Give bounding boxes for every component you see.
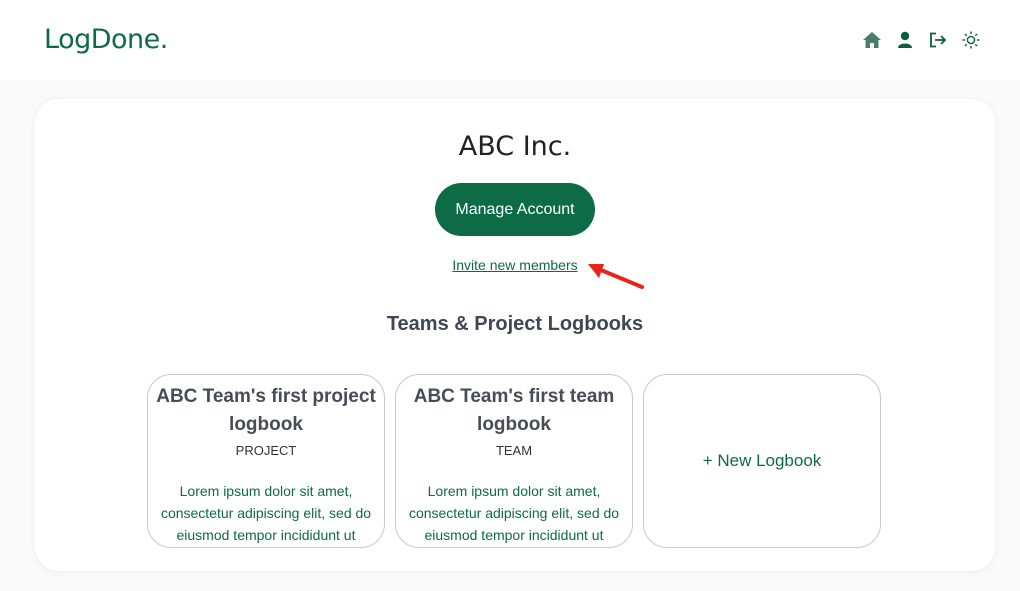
sun-icon[interactable] xyxy=(961,30,981,50)
organization-name: ABC Inc. xyxy=(458,131,572,162)
top-bar: LogDone. xyxy=(0,0,1020,80)
home-icon[interactable] xyxy=(862,30,882,50)
manage-account-button[interactable]: Manage Account xyxy=(435,183,595,236)
new-logbook-button[interactable]: + New Logbook xyxy=(643,374,881,548)
logbook-description: Lorem ipsum dolor sit amet, consectetur … xyxy=(160,483,372,543)
logbook-type: PROJECT xyxy=(235,443,297,458)
invite-link-container: Invite new members xyxy=(35,257,995,273)
logo[interactable]: LogDone. xyxy=(44,24,168,55)
logout-icon[interactable] xyxy=(928,30,948,50)
new-logbook-label: + New Logbook xyxy=(702,451,822,470)
logbook-title: ABC Team's first project logbook xyxy=(156,386,376,435)
logbook-card[interactable]: ABC Team's first team logbook TEAM Lorem… xyxy=(395,374,633,548)
logbook-card[interactable]: ABC Team's first project logbook PROJECT… xyxy=(147,374,385,548)
invite-members-link[interactable]: Invite new members xyxy=(452,257,577,273)
nav-icons xyxy=(862,30,981,50)
section-title: Teams & Project Logbooks xyxy=(386,313,644,335)
logbook-description: Lorem ipsum dolor sit amet, consectetur … xyxy=(408,483,620,543)
logbook-title: ABC Team's first team logbook xyxy=(413,386,615,435)
organization-card: ABC Inc. Manage Account Invite new membe… xyxy=(35,99,995,571)
logbook-type: TEAM xyxy=(495,443,533,458)
red-arrow-annotation-icon xyxy=(588,264,644,289)
user-icon[interactable] xyxy=(895,30,915,50)
